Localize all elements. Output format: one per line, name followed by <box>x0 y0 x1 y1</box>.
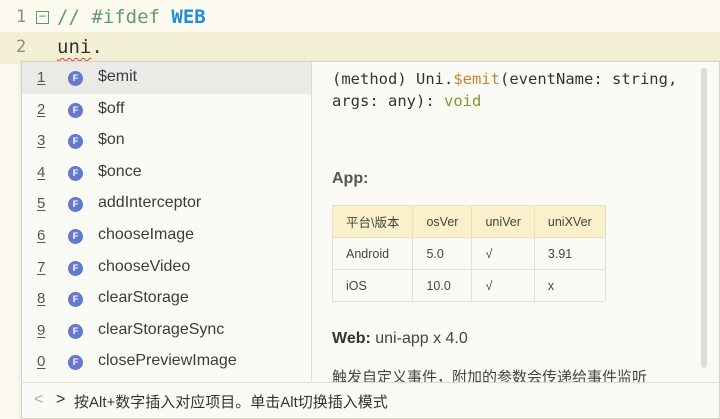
function-icon: F <box>68 134 83 150</box>
function-icon: F <box>68 165 83 181</box>
editor-line-2[interactable]: 2 uni. <box>0 32 720 64</box>
code-keyword: WEB <box>171 6 206 28</box>
completion-item[interactable]: 8 FclearStorage <box>22 283 311 315</box>
function-icon: F <box>68 102 83 118</box>
web-support-line: Web: uni-app x 4.0 <box>332 330 468 348</box>
table-cell: √ <box>471 269 535 302</box>
table-cell: iOS <box>331 269 414 302</box>
function-icon: F <box>68 323 83 339</box>
status-hint: 按Alt+数字插入对应项目。单击Alt切换插入模式 <box>74 394 388 411</box>
table-cell: Android <box>331 237 414 270</box>
code-error-token: uni <box>57 36 92 58</box>
item-shortcut-number: 0 <box>37 353 46 371</box>
fold-collapse-icon[interactable]: − <box>36 10 49 24</box>
completion-item[interactable]: 4 F $once <box>22 157 311 189</box>
completion-item-label: $emit <box>98 68 138 85</box>
item-shortcut-number: 4 <box>37 163 46 181</box>
completion-popup: 1 F $emit 2 F $off 3 F $on 4 F $once 5 FaddIntercepto… <box>21 61 720 419</box>
item-shortcut-number: 2 <box>37 100 46 118</box>
item-shortcut-number: 3 <box>37 132 46 150</box>
table-header-row: 平台\版本 osVer uniVer uniXVer <box>331 205 606 238</box>
function-icon: F <box>68 71 83 86</box>
completion-item[interactable]: 7 FchooseVideo <box>22 252 311 284</box>
function-icon: F <box>68 292 83 308</box>
table-row: iOS 10.0 √ x <box>331 269 606 302</box>
completion-item-label: clearStorage <box>98 289 189 307</box>
completion-status-bar: < > 按Alt+数字插入对应项目。单击Alt切换插入模式 <box>22 382 719 418</box>
function-icon: F <box>68 197 83 213</box>
code-text: uni. <box>57 36 103 58</box>
app-section-title: App: <box>332 170 369 187</box>
completion-item[interactable]: 0 FclosePreviewImage <box>22 346 311 378</box>
chevron-left-icon[interactable]: < <box>34 391 43 409</box>
item-shortcut-number: 6 <box>37 227 46 244</box>
line-number: 1 <box>16 7 27 27</box>
completion-item-label: clearStorageSync <box>98 320 225 338</box>
completion-item-label: $off <box>98 99 125 117</box>
table-cell: 3.91 <box>533 237 606 270</box>
completion-item[interactable]: 1 F $emit <box>22 62 311 94</box>
signature-prefix: (method) Uni. <box>332 70 454 88</box>
table-cell: 10.0 <box>412 269 473 302</box>
completion-item[interactable]: 9 FclearStorageSync <box>22 315 311 347</box>
code-rest: . <box>91 36 103 58</box>
item-shortcut-number: 1 <box>37 69 46 86</box>
table-cell: x <box>533 269 606 302</box>
editor-line-1[interactable]: 1 − // #ifdef WEB <box>0 2 720 34</box>
completion-item-label: $once <box>98 162 142 180</box>
completion-item[interactable]: 2 F $off <box>22 94 311 126</box>
item-shortcut-number: 7 <box>37 258 46 276</box>
table-header-cell: osVer <box>412 205 473 238</box>
compatibility-table: 平台\版本 osVer uniVer uniXVer Android 5.0 √… <box>331 205 606 302</box>
web-label: Web: <box>332 330 371 347</box>
completion-item[interactable]: 3 F $on <box>22 125 311 157</box>
completion-item-label: chooseImage <box>98 226 195 243</box>
item-shortcut-number: 5 <box>37 195 46 213</box>
web-value: uni-app x 4.0 <box>370 330 468 347</box>
method-signature: (method) Uni.$emit(eventName: string, ar… <box>332 68 692 112</box>
table-header-cell: uniXVer <box>533 205 606 238</box>
completion-item-label: chooseVideo <box>98 257 191 275</box>
code-comment: // #ifdef <box>57 6 172 28</box>
completion-item-label: $on <box>98 131 125 149</box>
completion-item[interactable]: 5 FaddInterceptor <box>22 188 311 220</box>
table-cell: 5.0 <box>412 237 473 270</box>
table-cell: √ <box>471 237 535 270</box>
signature-method-name: $emit <box>453 70 500 88</box>
table-header-cell: uniVer <box>471 205 535 238</box>
docs-scrollbar[interactable] <box>701 68 707 368</box>
table-header-cell: 平台\版本 <box>331 205 414 238</box>
completion-item[interactable]: 6 FchooseImage <box>22 220 311 252</box>
line-number: 2 <box>16 37 27 57</box>
completion-item-label: addInterceptor <box>98 194 202 212</box>
item-shortcut-number: 8 <box>37 290 46 308</box>
chevron-right-icon[interactable]: > <box>56 391 65 409</box>
code-text: // #ifdef WEB <box>57 6 206 28</box>
completion-list: 1 F $emit 2 F $off 3 F $on 4 F $once 5 FaddIntercepto… <box>22 62 312 382</box>
function-icon: F <box>68 355 83 371</box>
function-icon: F <box>68 229 83 244</box>
documentation-panel: (method) Uni.$emit(eventName: string, ar… <box>313 62 698 382</box>
signature-return-type: void <box>443 92 482 110</box>
function-icon: F <box>68 260 83 276</box>
item-shortcut-number: 9 <box>37 321 46 339</box>
method-description: 触发自定义事件，附加的参数会传递给事件监听 <box>332 369 648 382</box>
table-row: Android 5.0 √ 3.91 <box>331 237 606 270</box>
completion-item-label: closePreviewImage <box>98 352 237 370</box>
